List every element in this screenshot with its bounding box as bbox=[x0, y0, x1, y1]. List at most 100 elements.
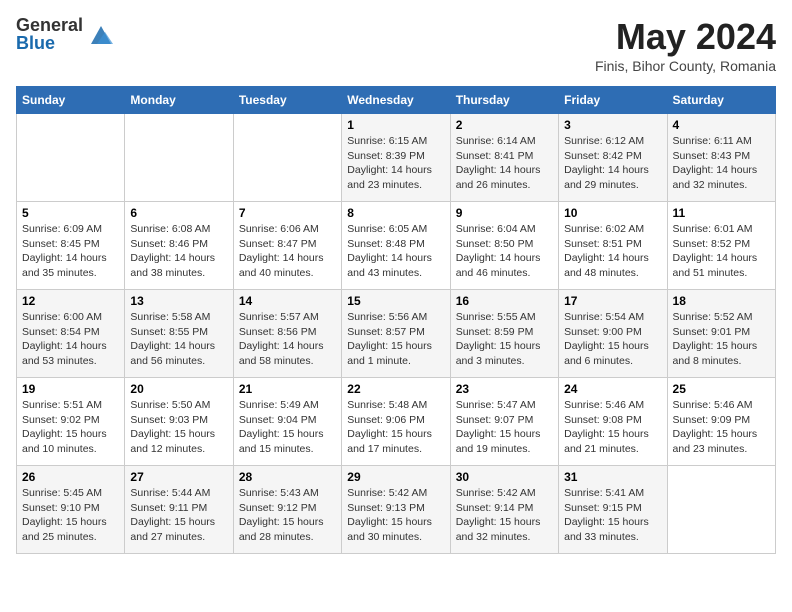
day-info: Sunrise: 6:09 AM Sunset: 8:45 PM Dayligh… bbox=[22, 222, 119, 281]
week-row-3: 12 Sunrise: 6:00 AM Sunset: 8:54 PM Dayli… bbox=[17, 290, 776, 378]
day-info: Sunrise: 6:05 AM Sunset: 8:48 PM Dayligh… bbox=[347, 222, 444, 281]
day-number: 18 bbox=[673, 294, 770, 308]
day-number: 20 bbox=[130, 382, 227, 396]
calendar-cell: 18 Sunrise: 5:52 AM Sunset: 9:01 PM Dayli… bbox=[667, 290, 775, 378]
col-header-tuesday: Tuesday bbox=[233, 87, 341, 114]
day-number: 10 bbox=[564, 206, 661, 220]
day-info: Sunrise: 5:58 AM Sunset: 8:55 PM Dayligh… bbox=[130, 310, 227, 369]
day-info: Sunrise: 6:14 AM Sunset: 8:41 PM Dayligh… bbox=[456, 134, 553, 193]
col-header-monday: Monday bbox=[125, 87, 233, 114]
calendar-cell: 6 Sunrise: 6:08 AM Sunset: 8:46 PM Daylig… bbox=[125, 202, 233, 290]
day-info: Sunrise: 5:47 AM Sunset: 9:07 PM Dayligh… bbox=[456, 398, 553, 457]
title-block: May 2024 Finis, Bihor County, Romania bbox=[595, 16, 776, 74]
week-row-2: 5 Sunrise: 6:09 AM Sunset: 8:45 PM Daylig… bbox=[17, 202, 776, 290]
day-number: 13 bbox=[130, 294, 227, 308]
day-number: 9 bbox=[456, 206, 553, 220]
calendar-cell bbox=[125, 114, 233, 202]
calendar-cell: 8 Sunrise: 6:05 AM Sunset: 8:48 PM Daylig… bbox=[342, 202, 450, 290]
logo-general: General bbox=[16, 16, 83, 34]
day-info: Sunrise: 5:57 AM Sunset: 8:56 PM Dayligh… bbox=[239, 310, 336, 369]
day-number: 11 bbox=[673, 206, 770, 220]
day-number: 25 bbox=[673, 382, 770, 396]
day-info: Sunrise: 6:15 AM Sunset: 8:39 PM Dayligh… bbox=[347, 134, 444, 193]
day-info: Sunrise: 6:04 AM Sunset: 8:50 PM Dayligh… bbox=[456, 222, 553, 281]
day-number: 17 bbox=[564, 294, 661, 308]
calendar-cell: 7 Sunrise: 6:06 AM Sunset: 8:47 PM Daylig… bbox=[233, 202, 341, 290]
day-number: 29 bbox=[347, 470, 444, 484]
day-info: Sunrise: 5:52 AM Sunset: 9:01 PM Dayligh… bbox=[673, 310, 770, 369]
day-number: 3 bbox=[564, 118, 661, 132]
day-number: 16 bbox=[456, 294, 553, 308]
day-info: Sunrise: 5:48 AM Sunset: 9:06 PM Dayligh… bbox=[347, 398, 444, 457]
day-number: 27 bbox=[130, 470, 227, 484]
calendar-cell: 13 Sunrise: 5:58 AM Sunset: 8:55 PM Dayli… bbox=[125, 290, 233, 378]
day-info: Sunrise: 5:46 AM Sunset: 9:08 PM Dayligh… bbox=[564, 398, 661, 457]
day-number: 22 bbox=[347, 382, 444, 396]
day-number: 5 bbox=[22, 206, 119, 220]
calendar-cell: 15Sunrise: 5:56 AM Sunset: 8:57 PM Dayli… bbox=[342, 290, 450, 378]
col-header-thursday: Thursday bbox=[450, 87, 558, 114]
day-info: Sunrise: 6:08 AM Sunset: 8:46 PM Dayligh… bbox=[130, 222, 227, 281]
day-info: Sunrise: 6:01 AM Sunset: 8:52 PM Dayligh… bbox=[673, 222, 770, 281]
day-info: Sunrise: 5:49 AM Sunset: 9:04 PM Dayligh… bbox=[239, 398, 336, 457]
location-subtitle: Finis, Bihor County, Romania bbox=[595, 58, 776, 74]
day-info: Sunrise: 5:42 AM Sunset: 9:13 PM Dayligh… bbox=[347, 486, 444, 545]
logo-icon bbox=[87, 20, 115, 48]
calendar-cell: 26 Sunrise: 5:45 AM Sunset: 9:10 PM Dayli… bbox=[17, 466, 125, 554]
week-row-5: 26 Sunrise: 5:45 AM Sunset: 9:10 PM Dayli… bbox=[17, 466, 776, 554]
calendar-cell: 1Sunrise: 6:15 AM Sunset: 8:39 PM Daylig… bbox=[342, 114, 450, 202]
day-info: Sunrise: 5:46 AM Sunset: 9:09 PM Dayligh… bbox=[673, 398, 770, 457]
calendar-cell: 10Sunrise: 6:02 AM Sunset: 8:51 PM Dayli… bbox=[559, 202, 667, 290]
day-info: Sunrise: 5:54 AM Sunset: 9:00 PM Dayligh… bbox=[564, 310, 661, 369]
day-number: 28 bbox=[239, 470, 336, 484]
calendar-table: SundayMondayTuesdayWednesdayThursdayFrid… bbox=[16, 86, 776, 554]
calendar-cell: 4Sunrise: 6:11 AM Sunset: 8:43 PM Daylig… bbox=[667, 114, 775, 202]
calendar-cell: 28 Sunrise: 5:43 AM Sunset: 9:12 PM Dayli… bbox=[233, 466, 341, 554]
day-number: 15 bbox=[347, 294, 444, 308]
day-info: Sunrise: 5:55 AM Sunset: 8:59 PM Dayligh… bbox=[456, 310, 553, 369]
calendar-cell: 9 Sunrise: 6:04 AM Sunset: 8:50 PM Daylig… bbox=[450, 202, 558, 290]
calendar-cell: 30Sunrise: 5:42 AM Sunset: 9:14 PM Dayli… bbox=[450, 466, 558, 554]
day-number: 8 bbox=[347, 206, 444, 220]
week-row-1: 1Sunrise: 6:15 AM Sunset: 8:39 PM Daylig… bbox=[17, 114, 776, 202]
calendar-cell: 5 Sunrise: 6:09 AM Sunset: 8:45 PM Daylig… bbox=[17, 202, 125, 290]
day-info: Sunrise: 5:43 AM Sunset: 9:12 PM Dayligh… bbox=[239, 486, 336, 545]
calendar-cell: 12 Sunrise: 6:00 AM Sunset: 8:54 PM Dayli… bbox=[17, 290, 125, 378]
logo-blue: Blue bbox=[16, 34, 83, 52]
calendar-cell: 17 Sunrise: 5:54 AM Sunset: 9:00 PM Dayli… bbox=[559, 290, 667, 378]
calendar-header-row: SundayMondayTuesdayWednesdayThursdayFrid… bbox=[17, 87, 776, 114]
day-info: Sunrise: 5:50 AM Sunset: 9:03 PM Dayligh… bbox=[130, 398, 227, 457]
day-info: Sunrise: 5:51 AM Sunset: 9:02 PM Dayligh… bbox=[22, 398, 119, 457]
day-number: 19 bbox=[22, 382, 119, 396]
day-number: 6 bbox=[130, 206, 227, 220]
col-header-sunday: Sunday bbox=[17, 87, 125, 114]
calendar-cell: 19 Sunrise: 5:51 AM Sunset: 9:02 PM Dayli… bbox=[17, 378, 125, 466]
day-info: Sunrise: 6:11 AM Sunset: 8:43 PM Dayligh… bbox=[673, 134, 770, 193]
logo: General Blue bbox=[16, 16, 115, 52]
day-info: Sunrise: 5:44 AM Sunset: 9:11 PM Dayligh… bbox=[130, 486, 227, 545]
day-number: 2 bbox=[456, 118, 553, 132]
day-number: 21 bbox=[239, 382, 336, 396]
day-number: 26 bbox=[22, 470, 119, 484]
day-number: 23 bbox=[456, 382, 553, 396]
page-header: General Blue May 2024 Finis, Bihor Count… bbox=[16, 16, 776, 74]
calendar-cell: 27 Sunrise: 5:44 AM Sunset: 9:11 PM Dayli… bbox=[125, 466, 233, 554]
calendar-cell: 29 Sunrise: 5:42 AM Sunset: 9:13 PM Dayli… bbox=[342, 466, 450, 554]
col-header-saturday: Saturday bbox=[667, 87, 775, 114]
calendar-cell bbox=[667, 466, 775, 554]
day-number: 7 bbox=[239, 206, 336, 220]
day-number: 12 bbox=[22, 294, 119, 308]
calendar-cell: 31Sunrise: 5:41 AM Sunset: 9:15 PM Dayli… bbox=[559, 466, 667, 554]
calendar-cell bbox=[17, 114, 125, 202]
calendar-cell: 11 Sunrise: 6:01 AM Sunset: 8:52 PM Dayli… bbox=[667, 202, 775, 290]
day-info: Sunrise: 6:12 AM Sunset: 8:42 PM Dayligh… bbox=[564, 134, 661, 193]
calendar-cell: 20 Sunrise: 5:50 AM Sunset: 9:03 PM Dayli… bbox=[125, 378, 233, 466]
day-info: Sunrise: 5:45 AM Sunset: 9:10 PM Dayligh… bbox=[22, 486, 119, 545]
col-header-friday: Friday bbox=[559, 87, 667, 114]
col-header-wednesday: Wednesday bbox=[342, 87, 450, 114]
calendar-cell: 14 Sunrise: 5:57 AM Sunset: 8:56 PM Dayli… bbox=[233, 290, 341, 378]
day-info: Sunrise: 6:06 AM Sunset: 8:47 PM Dayligh… bbox=[239, 222, 336, 281]
day-number: 14 bbox=[239, 294, 336, 308]
day-info: Sunrise: 6:00 AM Sunset: 8:54 PM Dayligh… bbox=[22, 310, 119, 369]
calendar-cell: 21 Sunrise: 5:49 AM Sunset: 9:04 PM Dayli… bbox=[233, 378, 341, 466]
